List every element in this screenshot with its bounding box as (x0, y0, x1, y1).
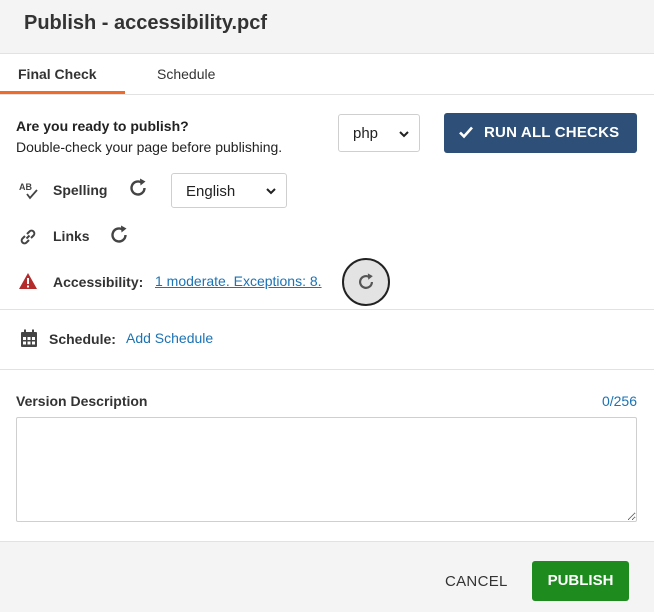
chevron-down-icon (266, 188, 276, 195)
active-tab-indicator (0, 91, 125, 94)
run-all-checks-label: RUN ALL CHECKS (484, 124, 620, 141)
tab-final-check[interactable]: Final Check (18, 66, 97, 82)
character-count: 0/256 (601, 393, 637, 409)
schedule-label: Schedule: (49, 331, 116, 347)
refresh-accessibility-button[interactable] (342, 258, 390, 306)
language-select[interactable]: English (171, 173, 287, 208)
chevron-down-icon (399, 131, 409, 138)
version-description-input[interactable] (16, 417, 637, 522)
tab-bar: Final Check Schedule (0, 54, 654, 95)
version-description-label: Version Description (16, 393, 148, 409)
accessibility-result-link[interactable]: 1 moderate. Exceptions: 8. (155, 273, 322, 289)
run-all-checks-button[interactable]: RUN ALL CHECKS (444, 113, 637, 153)
warning-icon (19, 273, 37, 289)
ready-question: Are you ready to publish? (16, 118, 189, 134)
ready-subtext: Double-check your page before publishing… (16, 139, 283, 155)
dialog-header: Publish - accessibility.pcf (0, 0, 654, 54)
spellcheck-icon: AB (19, 182, 38, 200)
refresh-links-icon[interactable] (108, 224, 130, 246)
divider (0, 309, 654, 310)
language-select-value: English (186, 183, 236, 200)
output-select-value: php (353, 125, 379, 142)
dialog-title: Publish - accessibility.pcf (24, 12, 268, 34)
refresh-spelling-icon[interactable] (127, 177, 149, 199)
divider (0, 369, 654, 370)
tab-schedule[interactable]: Schedule (157, 66, 215, 82)
spelling-label: Spelling (53, 182, 108, 198)
publish-button[interactable]: PUBLISH (532, 561, 629, 601)
add-schedule-link[interactable]: Add Schedule (126, 330, 213, 346)
refresh-icon (359, 273, 373, 289)
cancel-button[interactable]: CANCEL (445, 573, 508, 590)
check-icon (459, 126, 473, 139)
links-label: Links (53, 228, 90, 244)
output-select[interactable]: php (338, 114, 420, 152)
link-icon (20, 229, 36, 245)
dialog-footer: CANCEL PUBLISH (0, 541, 654, 612)
svg-text:AB: AB (19, 182, 32, 192)
accessibility-label: Accessibility: (53, 274, 144, 290)
calendar-icon (21, 329, 37, 347)
